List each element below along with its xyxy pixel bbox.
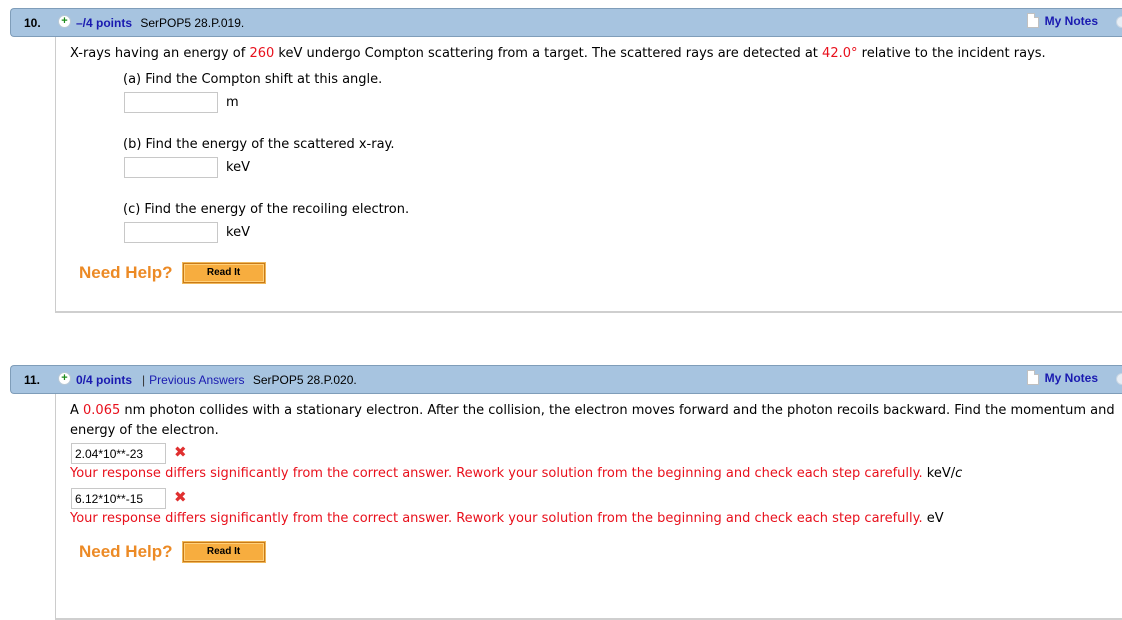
need-help-label: Need Help?	[79, 542, 173, 561]
read-it-button[interactable]: Read It	[181, 262, 266, 284]
separator: |	[142, 372, 146, 387]
incorrect-x-icon: ✖	[174, 488, 187, 506]
help-row: Need Help? Read It	[79, 541, 266, 563]
question-11: 11. + 0/4 points | Previous Answers SerPOP…	[0, 365, 1122, 620]
question-stem-line2: energy of the electron.	[70, 423, 219, 438]
expand-plus-icon[interactable]: +	[58, 372, 71, 385]
question-number: 10.	[24, 15, 41, 30]
problem-reference: SerPOP5 28.P.020.	[252, 372, 357, 387]
momentum-unit: keV/c	[926, 466, 963, 481]
question-stem: X-rays having an energy of 260 keV under…	[70, 46, 1046, 61]
note-page-icon	[1026, 370, 1039, 385]
given-angle: 42.0°	[822, 46, 858, 61]
energy-feedback: Your response differs significantly from…	[70, 511, 944, 526]
momentum-feedback: Your response differs significantly from…	[70, 466, 963, 481]
part-b-unit: keV	[226, 160, 250, 175]
part-a-unit: m	[226, 95, 239, 110]
part-b-label: (b) Find the energy of the scattered x-r…	[123, 137, 395, 152]
question-stem: A 0.065 nm photon collides with a statio…	[70, 403, 1115, 418]
question-10: 10. + –/4 points SerPOP5 28.P.019. My No…	[0, 8, 1122, 313]
points-label: –/4 points	[76, 15, 133, 30]
part-a-input[interactable]	[124, 92, 218, 113]
given-wavelength: 0.065	[83, 403, 121, 418]
part-c-label: (c) Find the energy of the recoiling ele…	[123, 202, 410, 217]
previous-answers-link[interactable]: Previous Answers	[149, 373, 244, 387]
part-c-unit: keV	[226, 225, 250, 240]
part-a-label: (a) Find the Compton shift at this angle…	[123, 72, 383, 87]
energy-answer-input[interactable]	[71, 488, 166, 509]
problem-reference: SerPOP5 28.P.019.	[140, 15, 245, 30]
need-help-label: Need Help?	[79, 263, 173, 282]
my-notes-button[interactable]: My Notes	[1026, 370, 1098, 385]
incorrect-x-icon: ✖	[174, 443, 187, 461]
part-b-input[interactable]	[124, 157, 218, 178]
help-row: Need Help? Read It	[79, 262, 266, 284]
read-it-button[interactable]: Read It	[181, 541, 266, 563]
note-page-icon	[1026, 13, 1039, 28]
question-body: X-rays having an energy of 260 keV under…	[55, 37, 1122, 313]
part-c-input[interactable]	[124, 222, 218, 243]
given-energy: 260	[249, 46, 275, 61]
question-body: A 0.065 nm photon collides with a statio…	[55, 394, 1122, 620]
question-header: 11. + 0/4 points | Previous Answers SerPOP…	[10, 365, 1122, 394]
points-label: 0/4 points	[76, 372, 133, 387]
question-number: 11.	[24, 372, 41, 387]
my-notes-label: My Notes	[1044, 370, 1098, 385]
my-notes-label: My Notes	[1044, 13, 1098, 28]
my-notes-button[interactable]: My Notes	[1026, 13, 1098, 28]
question-header: 10. + –/4 points SerPOP5 28.P.019. My No…	[10, 8, 1122, 37]
energy-unit: eV	[926, 511, 944, 526]
expand-plus-icon[interactable]: +	[58, 15, 71, 28]
edge-circle-icon	[1116, 16, 1122, 28]
edge-circle-icon	[1116, 373, 1122, 385]
momentum-answer-input[interactable]	[71, 443, 166, 464]
